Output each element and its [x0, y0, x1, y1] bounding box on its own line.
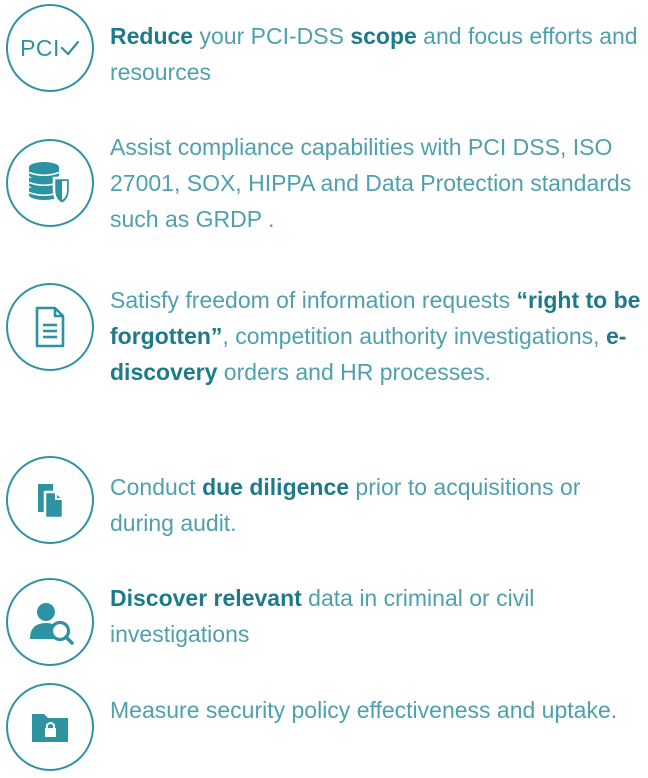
benefit-text: Reduce your PCI-DSS scope and focus effo… [110, 18, 648, 90]
benefit-text: Conduct due diligence prior to acquisiti… [110, 469, 648, 541]
benefit-text-span: Satisfy freedom of information requests [110, 287, 517, 313]
benefit-text-bold: due diligence [202, 474, 350, 500]
locked-folder-icon [6, 683, 94, 771]
copy-documents-icon [6, 456, 94, 544]
benefit-text-span: orders and HR processes. [217, 359, 491, 385]
benefit-text: Assist compliance capabilities with PCI … [110, 134, 632, 232]
benefit-text: Discover relevant data in criminal or ci… [110, 580, 648, 652]
benefit-text-bold: Reduce [110, 23, 194, 49]
user-search-icon [6, 578, 94, 666]
benefit-text: Measure security policy effectiveness an… [110, 697, 618, 723]
benefit-text-span: your PCI-DSS [193, 23, 351, 49]
pci-icon-label: PCI [20, 34, 60, 61]
benefit-text-bold: scope [350, 23, 417, 49]
benefit-text-span: , competition authority investigations, [222, 323, 606, 349]
benefit-text: Satisfy freedom of information requests … [110, 282, 648, 390]
benefit-text-bold: Discover relevant [110, 585, 302, 611]
document-icon [6, 283, 94, 371]
checkmark-icon [60, 40, 80, 56]
pci-check-icon: PCI [6, 4, 94, 92]
benefit-text-span: Conduct [110, 474, 203, 500]
database-shield-icon [6, 139, 94, 227]
